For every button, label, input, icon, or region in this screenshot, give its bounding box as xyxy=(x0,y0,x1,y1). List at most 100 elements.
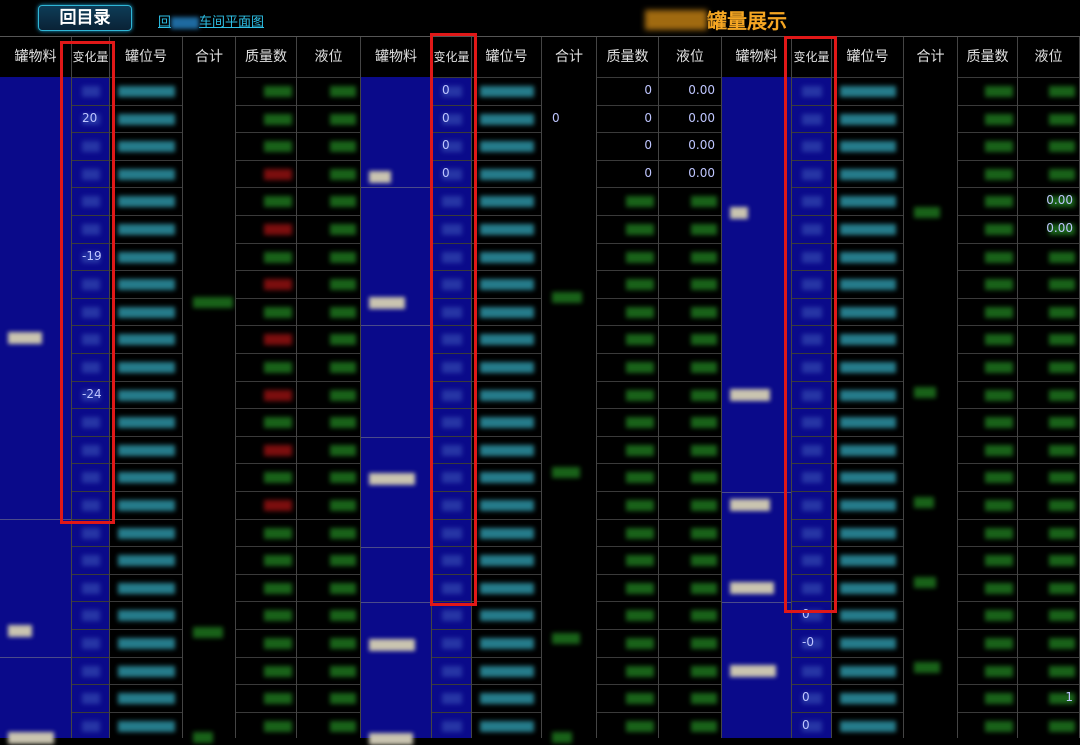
redacted-total xyxy=(914,662,940,673)
redacted-value xyxy=(626,362,654,373)
redacted-value xyxy=(264,527,292,539)
header-change-g3: 变化量 xyxy=(792,37,832,77)
table-cell xyxy=(958,270,1017,298)
table-cell xyxy=(597,491,658,519)
redacted-value xyxy=(264,417,292,429)
redacted-value xyxy=(118,582,175,594)
redacted-value xyxy=(442,582,462,594)
table-cell xyxy=(297,132,360,160)
table-cell xyxy=(832,463,903,491)
redacted-value xyxy=(264,472,292,484)
redacted-value xyxy=(985,417,1013,429)
redacted-value xyxy=(626,500,654,511)
redacted-value xyxy=(1049,334,1075,346)
table-cell xyxy=(472,601,541,629)
redacted-total xyxy=(552,292,582,303)
redacted-value xyxy=(1049,555,1075,567)
table-cell xyxy=(110,270,182,298)
header-total-g3: 合计 xyxy=(904,37,958,77)
redacted-value xyxy=(626,224,654,235)
table-cell xyxy=(472,629,541,657)
table-cell xyxy=(236,297,296,326)
redacted-value xyxy=(626,720,654,732)
workshop-plan-link[interactable]: 回 车间平面图 xyxy=(158,11,264,30)
table-cell xyxy=(72,270,109,298)
group-divider xyxy=(0,519,71,520)
redacted-value xyxy=(626,665,654,677)
redacted-value xyxy=(840,334,896,346)
redacted-value xyxy=(118,196,175,208)
table-cell xyxy=(472,684,541,712)
table-cell xyxy=(958,77,1017,105)
redacted-value xyxy=(82,720,100,732)
table-cell xyxy=(297,408,360,436)
redacted-value xyxy=(480,362,534,373)
redacted-value xyxy=(626,334,654,346)
group-divider xyxy=(361,437,431,438)
table-cell xyxy=(792,546,831,574)
cell-value: -19 xyxy=(82,248,102,263)
redacted-value xyxy=(1049,582,1075,594)
header-mass-g2: 质量数 xyxy=(597,37,659,77)
header-tank-no-g2: 罐位号 xyxy=(472,37,542,77)
redacted-value xyxy=(985,582,1013,594)
redacted-value xyxy=(264,582,292,594)
redacted-value xyxy=(330,389,356,401)
header-material-g3: 罐物料 xyxy=(722,37,792,77)
table-cell xyxy=(432,77,471,105)
redacted-value xyxy=(1049,279,1075,291)
material-name-redacted xyxy=(730,499,770,511)
table-cell xyxy=(792,573,831,602)
table-cell xyxy=(659,629,721,657)
redacted-value xyxy=(985,472,1013,484)
table-cell xyxy=(1018,325,1079,353)
redacted-value xyxy=(985,334,1013,346)
column-change-g3: 0 -0 0 0 xyxy=(792,77,832,738)
redacted-value xyxy=(264,610,292,622)
header-level-g2: 液位 xyxy=(659,37,722,77)
redacted-value xyxy=(480,610,534,622)
redacted-value xyxy=(330,693,356,705)
table-cell xyxy=(72,77,109,105)
table-cell xyxy=(236,353,296,381)
table-cell xyxy=(297,325,360,353)
group-divider xyxy=(361,547,431,548)
redacted-value xyxy=(118,168,175,180)
tank-table: 罐物料 变化量 20 -19 -24 罐位号 合计 质量数 液位 罐物料 变化量 0 0 0 0 罐位号 合计 0… xyxy=(0,36,1080,745)
redacted-value xyxy=(480,141,534,153)
redacted-value xyxy=(442,362,462,373)
material-name-redacted xyxy=(369,171,391,183)
table-cell xyxy=(597,242,658,271)
redacted-value xyxy=(691,389,717,401)
redacted-value xyxy=(118,113,175,125)
redacted-value xyxy=(82,693,100,705)
table-cell xyxy=(472,353,541,381)
cell-value: 0.00 xyxy=(688,138,715,153)
redacted-value xyxy=(1049,251,1075,263)
group-divider xyxy=(722,602,791,603)
table-cell xyxy=(472,408,541,436)
back-to-menu-button[interactable]: 回目录 xyxy=(38,5,132,31)
redacted-value xyxy=(118,720,175,732)
cell-value: 0 xyxy=(552,110,560,125)
redacted-value xyxy=(442,279,462,291)
table-cell xyxy=(832,215,903,243)
table-cell xyxy=(236,408,296,436)
table-cell xyxy=(472,215,541,243)
table-cell xyxy=(110,573,182,602)
cell-value: 0 xyxy=(644,83,652,97)
cell-value: -24 xyxy=(82,386,102,401)
table-cell xyxy=(958,159,1017,188)
table-cell xyxy=(297,435,360,464)
cell-value: 0 xyxy=(802,607,810,622)
redacted-value xyxy=(840,196,896,208)
table-cell xyxy=(432,435,471,464)
redacted-value xyxy=(118,389,175,401)
table-cell xyxy=(110,215,182,243)
table-cell xyxy=(472,242,541,271)
redacted-value xyxy=(82,638,100,649)
redacted-value xyxy=(691,334,717,346)
table-cell xyxy=(832,656,903,685)
table-cell xyxy=(792,104,831,133)
redacted-value xyxy=(626,196,654,208)
